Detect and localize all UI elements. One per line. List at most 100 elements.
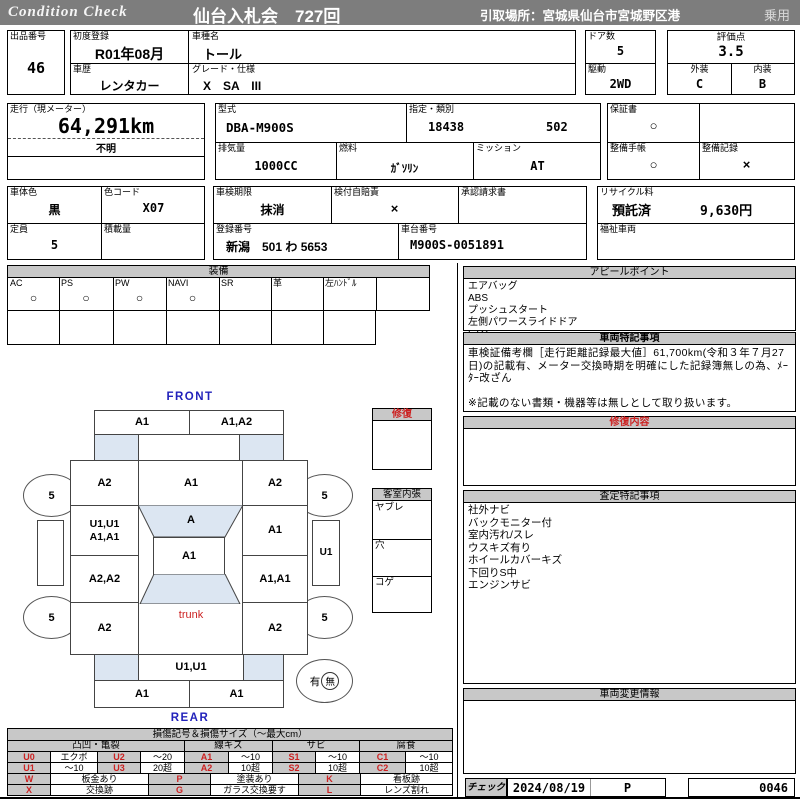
- lot-number-value: 46: [26, 59, 46, 77]
- equip-pw-label: PW: [115, 278, 130, 288]
- equip-navi-mark: ○: [188, 291, 197, 305]
- legend-code: C1: [359, 751, 406, 763]
- check-number: 0046: [759, 781, 788, 795]
- model-code-box: 型式 DBA-M900S 指定・類別 18438 502 排気量 1000CC …: [215, 103, 601, 180]
- lot-number-label: 出品番号: [10, 31, 47, 41]
- notes-footnote: ※記載のない書類・機器等は無しとして取り扱います。: [468, 396, 738, 409]
- panel-rear-pillar-right: [243, 654, 284, 681]
- cabin-body: ヤブレ 穴 コゲ: [372, 500, 432, 613]
- assessment-item: 下回りS中: [468, 566, 518, 579]
- drive-value: 2WD: [609, 77, 632, 91]
- legend-code: G: [148, 784, 211, 796]
- legend-code: U2: [97, 751, 141, 763]
- mission-label: ミッション: [476, 143, 522, 153]
- legend-code: U3: [97, 762, 141, 774]
- brand-logo: Condition Check: [8, 4, 128, 20]
- equip-sr-label: SR: [221, 278, 234, 288]
- check-number-box: 0046: [688, 778, 795, 797]
- fuel-label: 燃料: [339, 143, 358, 153]
- registration-box: 車検期限 抹消 検付自賠責 × 承認請求書 登録番号 新潟 501 わ 5653…: [213, 186, 587, 260]
- score-box: 評価点 3.5 外装 C 内装 B: [667, 30, 795, 95]
- legend-value: 塗装あり: [210, 773, 299, 785]
- spare-none-label: 無: [321, 672, 340, 690]
- approval-label: 承認請求書: [461, 187, 507, 197]
- dashed-divider: [8, 138, 204, 139]
- check-inspector: P: [623, 781, 632, 795]
- legend-code: S1: [272, 751, 316, 763]
- maintenance-record-label: 整備記録: [702, 143, 739, 153]
- mileage-value: 64,291km: [57, 114, 155, 138]
- header-bar: Condition Check 仙台入札会 727回 引取場所：宮城県仙台市宮城…: [0, 0, 800, 26]
- equip-navi-label: NAVI: [168, 278, 189, 288]
- legend-code: C2: [359, 762, 406, 774]
- lot-number-box: 出品番号 46: [7, 30, 65, 95]
- panel-front-pillar-right: [239, 434, 284, 461]
- panel-rear-bumper-right: A1: [189, 680, 284, 708]
- legend-code: W: [7, 773, 51, 785]
- assessment-item: 室内汚れ/スレ: [468, 529, 534, 541]
- damage-size-legend: 損傷記号＆損傷サイズ（〜最大cm） 凸凹・亀裂 線キズ サビ 腐食 U0 エクボ…: [6, 728, 454, 774]
- first-reg-value: R01年08月: [94, 46, 165, 62]
- legend-value: ガラス交換要す: [210, 784, 299, 796]
- warranty-label: 保証書: [610, 104, 638, 114]
- cabin-item-hole: 穴: [375, 540, 385, 551]
- inspection-label: 車検期限: [216, 187, 253, 197]
- legend-code: A2: [184, 762, 229, 774]
- change-info-body: [463, 700, 796, 774]
- model-code-label: 型式: [218, 104, 237, 114]
- legend-group-rust: サビ: [272, 740, 360, 752]
- panel-front-fender-right: A2: [242, 460, 308, 506]
- panel-sill-right: U1: [312, 520, 340, 586]
- legend-value: 板金あり: [50, 773, 149, 785]
- notes-text: 車検証備考欄［走行距離記録最大値］61,700km(令和３年７月27日)の記載有…: [468, 347, 789, 384]
- repair-mini-body: [372, 420, 432, 470]
- panel-front-bumper-left: A1: [94, 410, 190, 435]
- panel-rear-bumper-left: A1: [94, 680, 190, 708]
- notes-body: 車検証備考欄［走行距離記録最大値］61,700km(令和３年７月27日)の記載有…: [463, 344, 796, 412]
- legend-code: A1: [184, 751, 229, 763]
- legend-group-corrosion: 腐食: [358, 740, 454, 752]
- legend-value: 20超: [140, 762, 185, 774]
- legend-code: L: [298, 784, 361, 796]
- assessment-item: 社外ナビ: [468, 504, 510, 516]
- legend-value: 〜10: [315, 751, 360, 763]
- first-reg-label: 初度登録: [73, 31, 110, 41]
- diagram-rear-label: REAR: [170, 712, 210, 724]
- legend-code: S2: [272, 762, 316, 774]
- welfare-label: 福祉車両: [600, 224, 637, 234]
- panel-windshield: A: [187, 514, 195, 526]
- panel-front-pillar-left: [94, 434, 139, 461]
- trunk-label: trunk: [178, 609, 204, 621]
- equip-ps-label: PS: [61, 278, 74, 288]
- panel-roof: A1: [153, 537, 225, 575]
- legend-code: X: [7, 784, 51, 796]
- legend-code: U0: [7, 751, 51, 763]
- equip-leather-label: 革: [273, 278, 283, 288]
- panel-quarter-left: A2: [70, 602, 139, 655]
- displacement-label: 排気量: [218, 143, 246, 153]
- cabin-item-tear: ヤブレ: [375, 502, 404, 513]
- assessment-item: エンジンサビ: [468, 579, 531, 591]
- mileage-box: 走行（現メーター） 64,291km 不明: [7, 103, 205, 180]
- interior-value: B: [758, 77, 767, 91]
- model-name-value: トール: [203, 47, 243, 62]
- capacity-value: 5: [50, 238, 59, 252]
- capacity-label: 定員: [10, 224, 29, 234]
- history-value: レンタカー: [99, 79, 160, 93]
- inspection-value: 抹消: [260, 203, 285, 217]
- appeal-item: プッシュスタート: [468, 305, 548, 316]
- panel-front-door-left: U1,U1 A1,A1: [70, 505, 139, 556]
- chassis-label: 車台番号: [401, 224, 438, 234]
- panel-hood: A1: [138, 460, 244, 506]
- panel-front-door-right: A1: [242, 505, 308, 556]
- sheet-bottom-border: [0, 797, 800, 799]
- maintenance-record-mark: ×: [742, 157, 751, 172]
- panel-quarter-right: A2: [242, 602, 308, 655]
- equip-ac-mark: ○: [29, 291, 38, 305]
- warranty-mark: ○: [649, 118, 658, 133]
- score-label: 評価点: [716, 32, 746, 43]
- displacement-value: 1000CC: [254, 159, 298, 173]
- legend-value: 看板跡: [360, 773, 453, 785]
- assessment-item: ホイールカバーキズ: [468, 554, 563, 566]
- interior-label: 内装: [753, 64, 772, 74]
